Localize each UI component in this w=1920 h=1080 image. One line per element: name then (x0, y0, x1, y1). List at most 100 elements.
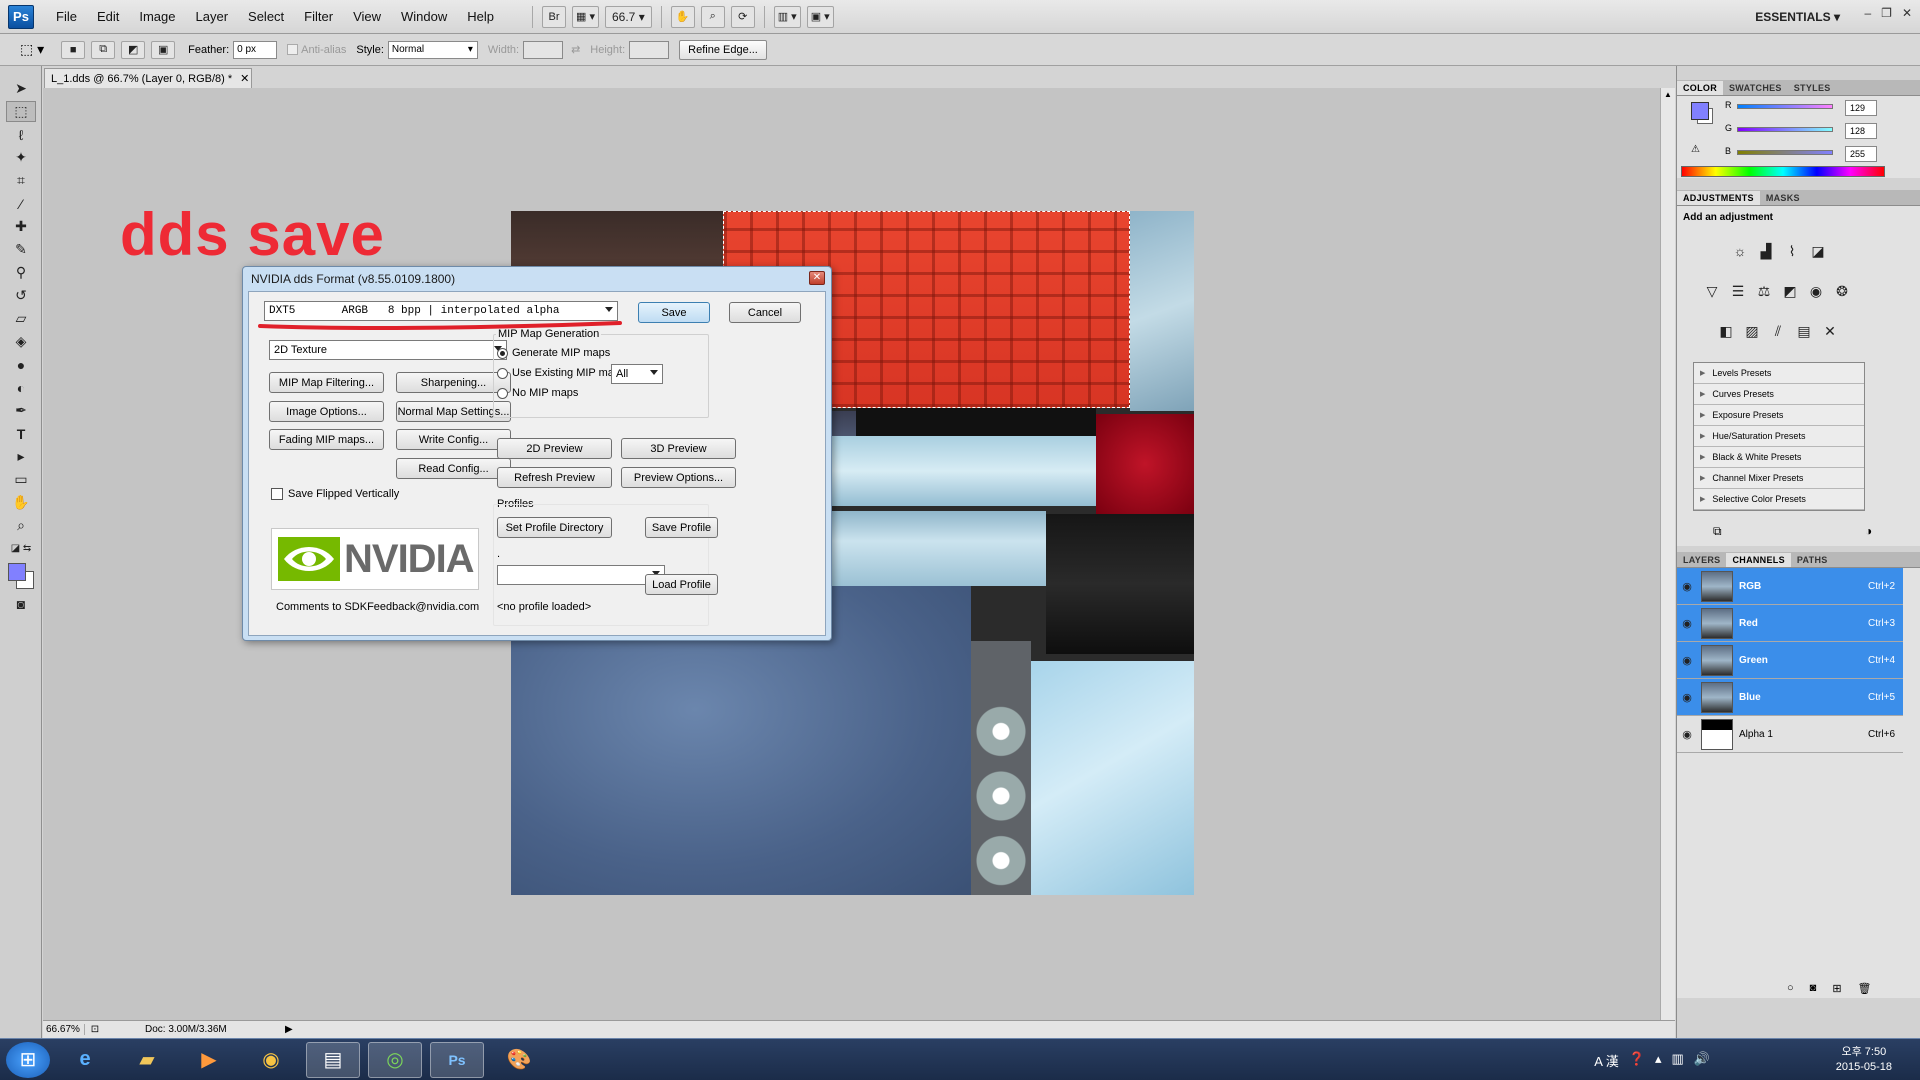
preset-selective-color[interactable]: Selective Color Presets (1694, 489, 1864, 510)
antialias-checkbox[interactable] (287, 44, 299, 55)
g-value-input[interactable]: 128 (1845, 123, 1877, 139)
calculator-icon[interactable]: ▤ (306, 1041, 360, 1078)
preview-2d-button[interactable]: 2D Preview (497, 438, 612, 459)
r-value-input[interactable]: 129 (1845, 100, 1877, 116)
channel-row-red[interactable]: ◉ Red Ctrl+3 (1677, 605, 1903, 642)
marquee-tool-icon[interactable]: ⬚ (6, 101, 36, 122)
menu-layer[interactable]: Layer (186, 9, 239, 24)
menu-help[interactable]: Help (457, 9, 504, 24)
arrange-documents-button[interactable]: ▥ ▾ (773, 5, 801, 28)
brightness-icon[interactable]: ☼ (1729, 240, 1751, 262)
load-profile-button[interactable]: Load Profile (645, 574, 718, 595)
feather-input[interactable] (233, 40, 278, 59)
eye-icon[interactable]: ◉ (1677, 728, 1697, 741)
swap-icon[interactable]: ⇄ (571, 43, 580, 56)
type-tool-icon[interactable]: T (6, 423, 36, 444)
document-tab[interactable]: L_1.dds @ 66.7% (Layer 0, RGB/8) * ✕ (44, 68, 252, 88)
width-input[interactable] (523, 40, 564, 59)
zoom-tool-icon[interactable]: ⌕ (6, 515, 36, 536)
threshold-icon[interactable]: ⫽ (1767, 320, 1789, 342)
eraser-tool-icon[interactable]: ▱ (6, 308, 36, 329)
eye-icon[interactable]: ◉ (1677, 617, 1697, 630)
status-menu-icon[interactable]: ▶ (285, 1024, 293, 1035)
hand-tool-icon[interactable]: ✋ (6, 492, 36, 513)
preset-curves[interactable]: Curves Presets (1694, 384, 1864, 405)
file-explorer-icon[interactable]: ▰ (120, 1042, 174, 1078)
preset-hue-saturation[interactable]: Hue/Saturation Presets (1694, 426, 1864, 447)
texture-type-select[interactable]: 2D Texture (269, 340, 507, 360)
dialog-close-icon[interactable]: ✕ (809, 271, 825, 285)
magic-wand-tool-icon[interactable]: ✦ (6, 147, 36, 168)
media-player-icon[interactable]: ▶ (182, 1042, 236, 1078)
panel-footer-icon[interactable]: ⧉ (1713, 524, 1722, 539)
subtract-selection-icon[interactable]: ◩ (121, 40, 146, 59)
photoshop-taskbar-icon[interactable]: Ps (430, 1041, 484, 1078)
zoom-status[interactable]: 66.67% (43, 1024, 85, 1035)
gradient-map-icon[interactable]: ▤ (1793, 320, 1815, 342)
tab-adjustments[interactable]: ADJUSTMENTS (1677, 191, 1760, 205)
format-select[interactable]: DXT5 ARGB 8 bpp | interpolated alpha (264, 301, 618, 321)
posterize-icon[interactable]: ▨ (1741, 320, 1763, 342)
save-flipped-checkbox[interactable]: Save Flipped Vertically (271, 488, 399, 500)
brush-tool-icon[interactable]: ✎ (6, 239, 36, 260)
start-button-icon[interactable]: ⊞ (6, 1041, 50, 1078)
set-profile-directory-button[interactable]: Set Profile Directory (497, 517, 612, 538)
screen-mode-button[interactable]: ▣ ▾ (806, 5, 834, 28)
image-options-button[interactable]: Image Options... (269, 401, 384, 422)
b-slider[interactable] (1737, 150, 1833, 155)
preview-3d-button[interactable]: 3D Preview (621, 438, 736, 459)
tab-channels[interactable]: CHANNELS (1726, 553, 1791, 567)
eye-icon[interactable]: ◉ (1677, 654, 1697, 667)
shape-tool-icon[interactable]: ▭ (6, 469, 36, 490)
help-icon[interactable]: ❓ (1629, 1051, 1645, 1070)
chrome-icon[interactable]: ◉ (244, 1042, 298, 1078)
eye-icon[interactable]: ◉ (1677, 691, 1697, 704)
minimize-icon[interactable]: – (1864, 6, 1871, 20)
save-button[interactable]: Save (638, 302, 710, 323)
trash-icon[interactable]: 🗑 (1858, 982, 1872, 995)
menu-view[interactable]: View (343, 9, 391, 24)
g-slider[interactable] (1737, 127, 1833, 132)
volume-icon[interactable]: 🔊 (1694, 1051, 1710, 1070)
tray-chevron-icon[interactable]: ▴ (1655, 1051, 1662, 1070)
bridge-button[interactable]: Br (542, 5, 567, 28)
vibrance-icon[interactable]: ▽ (1701, 280, 1723, 302)
exposure-icon[interactable]: ◪ (1807, 241, 1829, 263)
mip-map-filtering-button[interactable]: MIP Map Filtering... (269, 372, 384, 393)
healing-brush-tool-icon[interactable]: ✚ (6, 216, 36, 237)
move-tool-icon[interactable]: ➤ (6, 78, 36, 99)
style-select[interactable]: Normal ▾ (387, 40, 478, 59)
foreground-color-swatch[interactable] (8, 563, 26, 581)
eye-icon[interactable]: ◉ (1677, 580, 1697, 593)
zoom-level-select[interactable]: 66.7 ▾ (605, 5, 652, 28)
path-selection-tool-icon[interactable]: ▸ (6, 446, 36, 467)
clip-layer-icon[interactable]: ◑ (1865, 524, 1872, 538)
preset-levels[interactable]: Levels Presets (1694, 363, 1864, 384)
menu-select[interactable]: Select (238, 9, 294, 24)
hand-tool-button[interactable]: ✋ (670, 5, 695, 28)
channel-mixer-icon[interactable]: ❂ (1831, 280, 1853, 302)
eyedropper-tool-icon[interactable]: ⁄ (6, 193, 36, 214)
height-input[interactable] (629, 40, 670, 59)
color-balance-icon[interactable]: ⚖ (1753, 280, 1775, 302)
color-ramp[interactable] (1681, 166, 1885, 177)
canvas-vertical-scrollbar[interactable]: ▲ (1660, 88, 1675, 1020)
clock[interactable]: 오후 7:50 2015-05-18 (1836, 1045, 1892, 1075)
add-selection-icon[interactable]: ⧉ (91, 40, 116, 59)
color-swatches[interactable] (4, 561, 38, 591)
new-channel-icon[interactable]: ⊞ (1832, 982, 1841, 995)
curves-icon[interactable]: ⌇ (1781, 241, 1803, 263)
no-mip-radio[interactable]: No MIP maps (497, 387, 578, 399)
tab-styles[interactable]: STYLES (1788, 81, 1837, 95)
tool-preset-picker[interactable]: ⬚ ▾ (20, 41, 44, 58)
blur-tool-icon[interactable]: ● (6, 354, 36, 375)
save-selection-icon[interactable]: ◙ (1810, 982, 1817, 995)
read-config-button[interactable]: Read Config... (396, 458, 511, 479)
black-white-icon[interactable]: ◩ (1779, 280, 1801, 302)
swap-colors-icon[interactable]: ◪ ⇆ (6, 538, 36, 559)
channel-row-green[interactable]: ◉ Green Ctrl+4 (1677, 642, 1903, 679)
hue-saturation-icon[interactable]: ☰ (1727, 280, 1749, 302)
b-value-input[interactable]: 255 (1845, 146, 1877, 162)
preset-black-white[interactable]: Black & White Presets (1694, 447, 1864, 468)
mip-count-select[interactable]: All (611, 364, 663, 384)
